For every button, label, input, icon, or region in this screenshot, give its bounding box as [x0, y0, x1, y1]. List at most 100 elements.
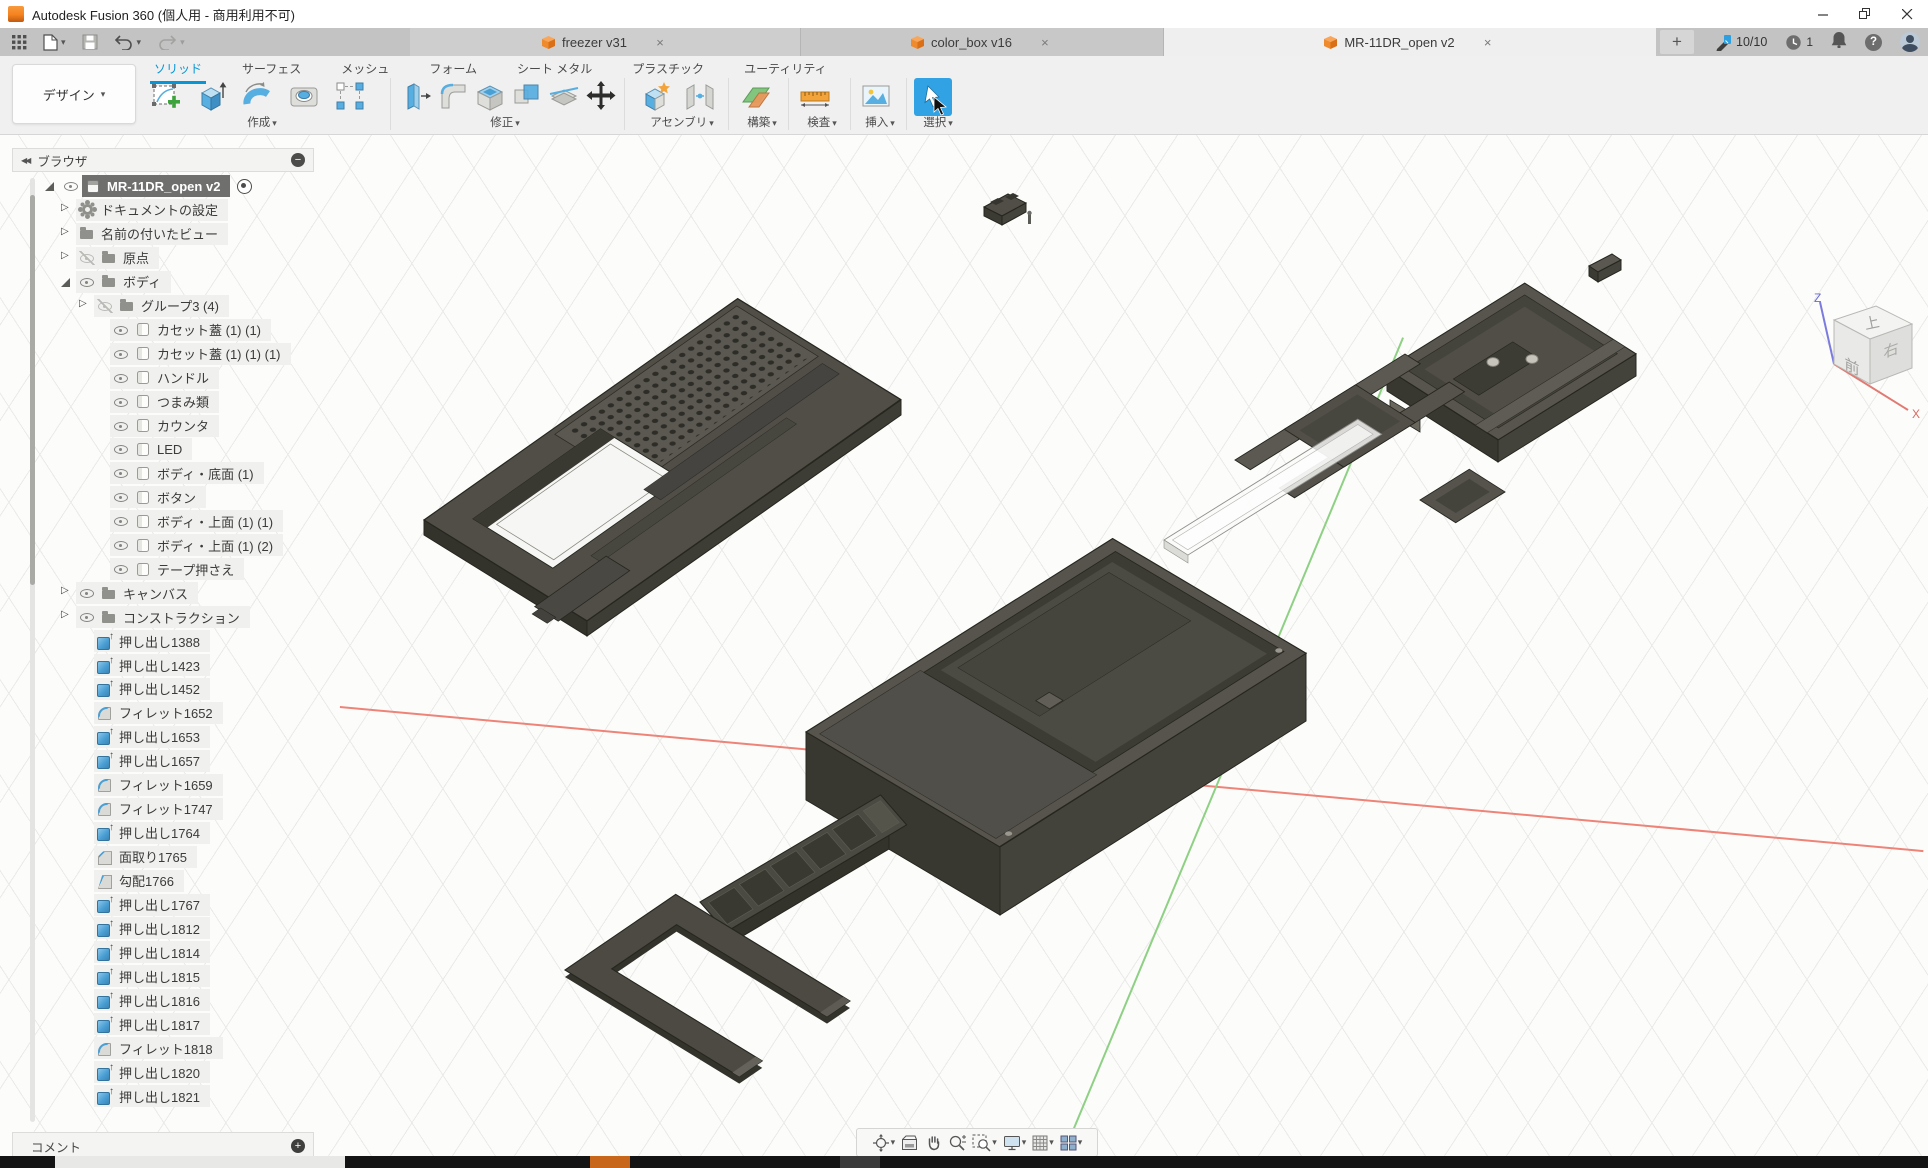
- browser-row[interactable]: ボディ・上面 (1) (2): [94, 534, 283, 556]
- add-comment-icon[interactable]: +: [291, 1139, 305, 1153]
- part-small-clip[interactable]: [984, 193, 1032, 225]
- visibility-eye-icon[interactable]: [113, 419, 129, 433]
- browser-row[interactable]: コンストラクション: [60, 606, 250, 628]
- row-type-icon: [79, 226, 95, 241]
- row-label: 勾配1766: [119, 871, 174, 890]
- browser-row[interactable]: ボディ・底面 (1): [94, 462, 264, 484]
- taskbar-app-segment[interactable]: [840, 1156, 880, 1168]
- browser-row[interactable]: 押し出し1764: [78, 822, 210, 844]
- browser-row[interactable]: 押し出し1816: [78, 989, 210, 1011]
- row-label: 押し出し1815: [119, 967, 200, 986]
- part-button-strip[interactable]: [700, 795, 907, 946]
- grid-settings-button[interactable]: ▾: [1032, 1135, 1054, 1151]
- row-type-icon: [97, 873, 113, 888]
- row-type-icon: [97, 1089, 113, 1104]
- row-type-icon: [135, 370, 151, 385]
- browser-row[interactable]: 押し出し1423: [78, 654, 210, 676]
- visibility-eye-icon[interactable]: [113, 466, 129, 480]
- zoom-window-button[interactable]: ▾: [972, 1134, 997, 1152]
- visibility-eye-icon[interactable]: [113, 514, 129, 528]
- orbit-button[interactable]: ▾: [872, 1134, 896, 1152]
- part-top-panel[interactable]: [404, 299, 901, 636]
- browser-row[interactable]: 押し出し1820: [78, 1061, 210, 1083]
- browser-row[interactable]: 押し出し1388: [78, 630, 210, 652]
- activate-component-radio[interactable]: [237, 179, 252, 194]
- row-type-icon: [135, 538, 151, 553]
- browser-row[interactable]: フィレット1652: [78, 702, 223, 724]
- browser-row[interactable]: 勾配1766: [78, 870, 184, 892]
- visibility-eye-icon[interactable]: [79, 586, 95, 600]
- browser-row[interactable]: 面取り1765: [78, 846, 197, 868]
- browser-row[interactable]: フィレット1747: [78, 798, 223, 820]
- part-handle[interactable]: [565, 894, 850, 1083]
- browser-row[interactable]: 押し出し1815: [78, 965, 210, 987]
- browser-row[interactable]: 押し出し1814: [78, 941, 210, 963]
- browser-row[interactable]: MR-11DR_open v2: [44, 175, 252, 197]
- expand-arrow-icon[interactable]: [60, 587, 72, 599]
- look-at-button[interactable]: [901, 1135, 919, 1151]
- browser-row[interactable]: ボディ: [60, 271, 171, 293]
- browser-row[interactable]: 押し出し1817: [78, 1013, 210, 1035]
- visibility-eye-icon[interactable]: [113, 490, 129, 504]
- browser-row[interactable]: ドキュメントの設定: [60, 199, 228, 221]
- pan-button[interactable]: [925, 1134, 942, 1151]
- taskbar-window-segment[interactable]: [55, 1156, 345, 1168]
- visibility-eye-icon[interactable]: [113, 395, 129, 409]
- expand-arrow-icon[interactable]: [60, 276, 72, 288]
- browser-row[interactable]: ハンドル: [94, 367, 219, 389]
- browser-row[interactable]: フィレット1659: [78, 774, 223, 796]
- browser-row[interactable]: 押し出し1653: [78, 726, 210, 748]
- visibility-eye-icon[interactable]: [113, 323, 129, 337]
- browser-row[interactable]: 押し出し1767: [78, 894, 210, 916]
- visibility-eye-icon[interactable]: [63, 179, 79, 193]
- browser-row[interactable]: 押し出し1812: [78, 917, 210, 939]
- visibility-eye-icon[interactable]: [79, 610, 95, 624]
- browser-row[interactable]: カセット蓋 (1) (1): [94, 319, 271, 341]
- browser-row[interactable]: テープ押さえ: [94, 558, 244, 580]
- browser-row[interactable]: カセット蓋 (1) (1) (1): [94, 343, 291, 365]
- part-small-wedge[interactable]: [1589, 254, 1621, 282]
- row-label: テープ押さえ: [157, 560, 234, 579]
- visibility-eye-icon[interactable]: [113, 538, 129, 552]
- browser-row[interactable]: カウンタ: [94, 415, 219, 437]
- browser-row[interactable]: LED: [94, 438, 192, 460]
- visibility-eye-icon[interactable]: [113, 442, 129, 456]
- expand-arrow-icon[interactable]: [60, 611, 72, 623]
- browser-row[interactable]: ボタン: [94, 486, 206, 508]
- visibility-eye-icon[interactable]: [79, 251, 95, 265]
- expand-arrow-icon[interactable]: [60, 204, 72, 216]
- browser-row[interactable]: フィレット1818: [78, 1037, 223, 1059]
- browser-row[interactable]: グループ3 (4): [78, 295, 229, 317]
- expand-arrow-icon[interactable]: [78, 300, 90, 312]
- display-caret-icon: ▾: [1022, 1137, 1027, 1148]
- zoom-button[interactable]: [948, 1134, 966, 1152]
- row-type-icon: [97, 993, 113, 1008]
- viewports-button[interactable]: ▾: [1060, 1135, 1083, 1151]
- visibility-eye-icon[interactable]: [113, 347, 129, 361]
- expand-arrow-icon[interactable]: [60, 228, 72, 240]
- part-bottom-case[interactable]: [1387, 283, 1636, 462]
- expand-arrow-icon[interactable]: [44, 180, 56, 192]
- row-type-icon: [101, 250, 117, 265]
- browser-tree: MR-11DR_open v2 ドキュメントの設定 名前の付いたビュー: [0, 0, 420, 1156]
- browser-row[interactable]: 名前の付いたビュー: [60, 223, 228, 245]
- part-main-body[interactable]: [806, 539, 1306, 915]
- browser-row[interactable]: 原点: [60, 247, 159, 269]
- expand-arrow-icon[interactable]: [60, 252, 72, 264]
- browser-row[interactable]: 押し出し1452: [78, 678, 210, 700]
- row-label: 押し出し1817: [119, 1015, 200, 1034]
- display-settings-button[interactable]: ▾: [1003, 1135, 1027, 1151]
- row-type-icon: [97, 729, 113, 744]
- browser-row[interactable]: ボディ・上面 (1) (1): [94, 510, 283, 532]
- browser-row[interactable]: キャンバス: [60, 582, 198, 604]
- view-cube[interactable]: 上 前 右 Z X: [1800, 290, 1928, 427]
- browser-row[interactable]: 押し出し1657: [78, 750, 210, 772]
- visibility-eye-icon[interactable]: [113, 371, 129, 385]
- row-label: フィレット1652: [119, 703, 213, 722]
- browser-row[interactable]: 押し出し1821: [78, 1085, 210, 1107]
- visibility-eye-icon[interactable]: [97, 299, 113, 313]
- visibility-eye-icon[interactable]: [113, 562, 129, 576]
- visibility-eye-icon[interactable]: [79, 275, 95, 289]
- taskbar-active-app-segment[interactable]: [590, 1156, 630, 1168]
- browser-row[interactable]: つまみ類: [94, 391, 219, 413]
